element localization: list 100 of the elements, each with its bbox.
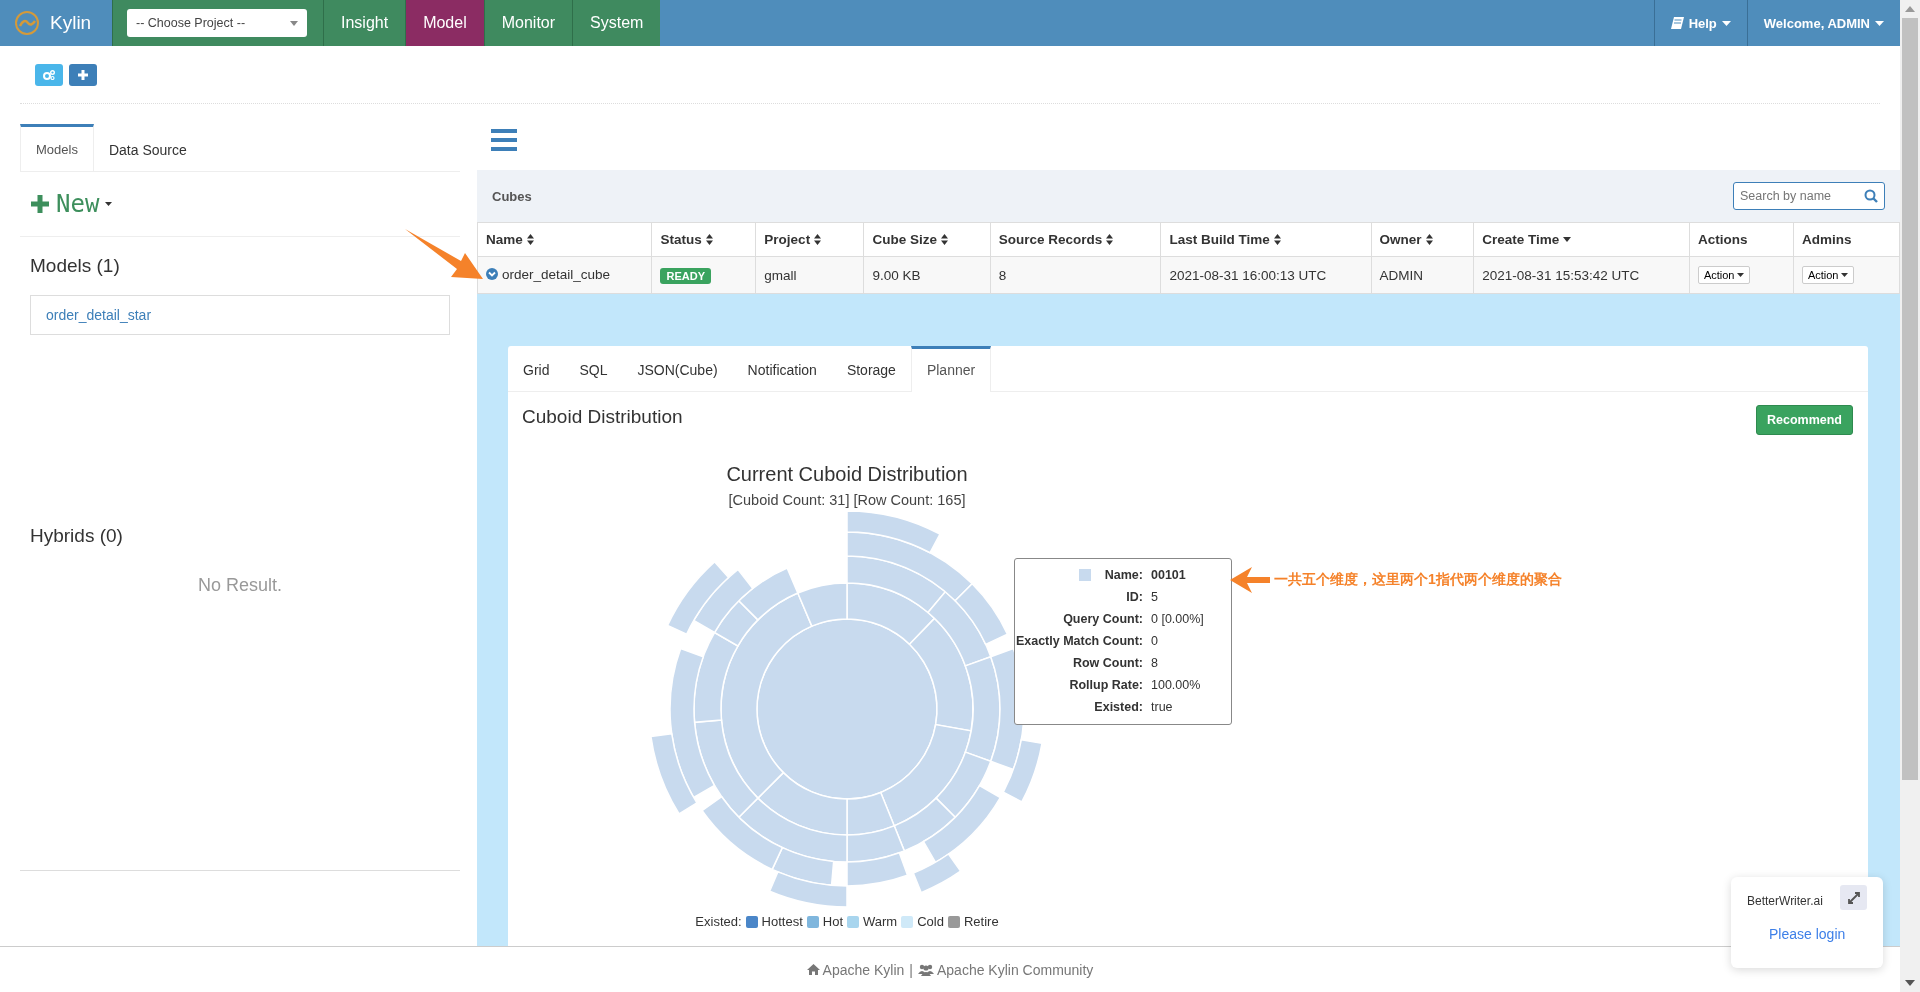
project-select[interactable]: -- Choose Project -- <box>127 9 307 37</box>
detail-tab[interactable]: JSON(Cube) <box>622 346 733 391</box>
caret-icon <box>105 202 113 206</box>
popup-title: BetterWriter.ai <box>1747 893 1823 908</box>
menu-icon[interactable] <box>491 129 517 151</box>
sunburst-segment[interactable] <box>768 871 848 908</box>
plus-icon <box>78 69 88 80</box>
sort-icon <box>940 234 948 245</box>
sunburst-segment[interactable] <box>713 600 759 647</box>
table-cell: gmall <box>755 256 864 294</box>
login-link[interactable]: Please login <box>1769 926 1883 942</box>
sunburst-segment[interactable] <box>701 796 784 871</box>
column-header[interactable]: Cube Size <box>863 222 991 257</box>
status-badge: READY <box>660 267 711 284</box>
users-icon <box>917 963 934 976</box>
detail-tab[interactable]: Storage <box>831 346 911 391</box>
scroll-up-icon[interactable] <box>1905 6 1915 12</box>
table-cell: order_detail_cube <box>477 256 652 294</box>
sunburst-segment[interactable] <box>693 631 739 724</box>
sort-desc-icon <box>1563 237 1572 242</box>
legend-label: Cold <box>917 914 944 929</box>
tooltip-label: Existed: <box>1094 700 1143 714</box>
nav-tab[interactable]: Insight <box>323 0 406 46</box>
model-item[interactable]: order_detail_star <box>30 295 450 335</box>
column-header[interactable]: Owner <box>1371 222 1474 257</box>
action-dropdown[interactable]: Action <box>1697 266 1751 284</box>
sunburst-segment[interactable] <box>692 568 754 634</box>
sunburst-segment[interactable] <box>669 647 716 799</box>
collapse-icon[interactable] <box>486 268 498 281</box>
column-header[interactable]: Name <box>477 222 652 257</box>
annotation-note: 一共五个维度，这里两个1指代两个维度的聚合 <box>1274 571 1562 589</box>
sunburst-segment[interactable] <box>846 791 895 836</box>
detail-tab[interactable]: SQL <box>564 346 623 391</box>
caret-icon <box>1841 273 1849 277</box>
tooltip-label: Query Count: <box>1063 612 1143 626</box>
home-icon <box>806 964 820 975</box>
table-cell: 9.00 KB <box>863 256 991 294</box>
footer-link[interactable]: Apache Kylin Community <box>917 961 1094 978</box>
detail-tab[interactable]: Planner <box>910 346 992 392</box>
brand-name[interactable]: Kylin <box>50 12 92 34</box>
sunburst-segment[interactable] <box>964 655 1001 763</box>
column-header[interactable]: Project <box>755 222 864 257</box>
hybrids-heading: Hybrids (0) <box>30 525 124 547</box>
scrollbar[interactable] <box>1900 0 1920 992</box>
add-button[interactable] <box>69 63 97 86</box>
detail-tab[interactable]: Grid <box>508 346 565 391</box>
expand-button[interactable] <box>1840 885 1867 910</box>
sunburst-segment[interactable] <box>927 591 992 667</box>
sidebar-tab[interactable]: Models <box>20 124 94 171</box>
sunburst-segment[interactable] <box>893 797 956 852</box>
new-button[interactable]: New <box>30 190 113 218</box>
sort-icon <box>1425 234 1433 245</box>
sunburst-segment[interactable] <box>935 751 992 818</box>
search-field[interactable]: Search by name <box>1733 182 1885 210</box>
sort-icon <box>1273 234 1281 245</box>
sunburst-segment[interactable] <box>650 732 698 815</box>
legend-label: Warm <box>863 914 898 929</box>
logo-icon <box>12 10 42 36</box>
column-header[interactable]: Actions <box>1689 222 1794 257</box>
settings-button[interactable] <box>35 63 63 86</box>
tooltip-value: 100.00% <box>1151 678 1201 692</box>
sidebar-tab[interactable]: Data Source <box>93 124 202 171</box>
sunburst-segment[interactable] <box>846 825 906 863</box>
sunburst-segment[interactable] <box>912 853 962 894</box>
column-header[interactable]: Status <box>651 222 756 257</box>
column-header[interactable]: Create Time <box>1473 222 1690 257</box>
sunburst-segment[interactable] <box>908 617 974 732</box>
column-header[interactable]: Last Build Time <box>1160 222 1372 257</box>
search-icon <box>1864 189 1878 203</box>
nav-tab[interactable]: Model <box>405 0 484 46</box>
tooltip-label: ID: <box>1126 590 1143 604</box>
sunburst-segment[interactable] <box>693 719 759 818</box>
caret-icon <box>1737 273 1745 277</box>
nav-tab[interactable]: System <box>572 0 661 46</box>
help-menu[interactable]: Help <box>1653 0 1747 46</box>
sunburst-segment[interactable] <box>797 582 848 627</box>
color-swatch <box>1078 569 1091 581</box>
sunburst-segment[interactable] <box>954 583 1009 646</box>
table-cell: 2021-08-31 16:00:13 UTC <box>1160 256 1372 294</box>
plus-icon <box>30 194 50 214</box>
sunburst-segment[interactable] <box>846 510 941 554</box>
detail-tab[interactable]: Notification <box>732 346 832 391</box>
tooltip-label: Row Count: <box>1072 656 1143 670</box>
sunburst-segment[interactable] <box>771 846 835 887</box>
sunburst-segment[interactable] <box>1002 739 1043 803</box>
column-header[interactable]: Source Records <box>990 222 1161 257</box>
empty-message: No Result. <box>196 575 283 596</box>
sort-icon <box>814 234 822 245</box>
action-dropdown[interactable]: Action <box>1801 266 1855 284</box>
legend-label: Hottest <box>761 914 803 929</box>
sunburst-segment[interactable] <box>738 567 799 621</box>
chart-subtitle: [Cuboid Count: 31] [Row Count: 165] <box>728 492 966 508</box>
sunburst-segment[interactable] <box>846 852 909 887</box>
caret-icon <box>1875 20 1884 26</box>
footer-link[interactable]: Apache Kylin <box>806 961 905 978</box>
scroll-down-icon[interactable] <box>1905 980 1915 986</box>
nav-tab[interactable]: Monitor <box>483 0 573 46</box>
sort-icon <box>1106 234 1114 245</box>
column-header[interactable]: Admins <box>1793 222 1900 257</box>
table-cell: 2021-08-31 15:53:42 UTC <box>1473 256 1690 294</box>
